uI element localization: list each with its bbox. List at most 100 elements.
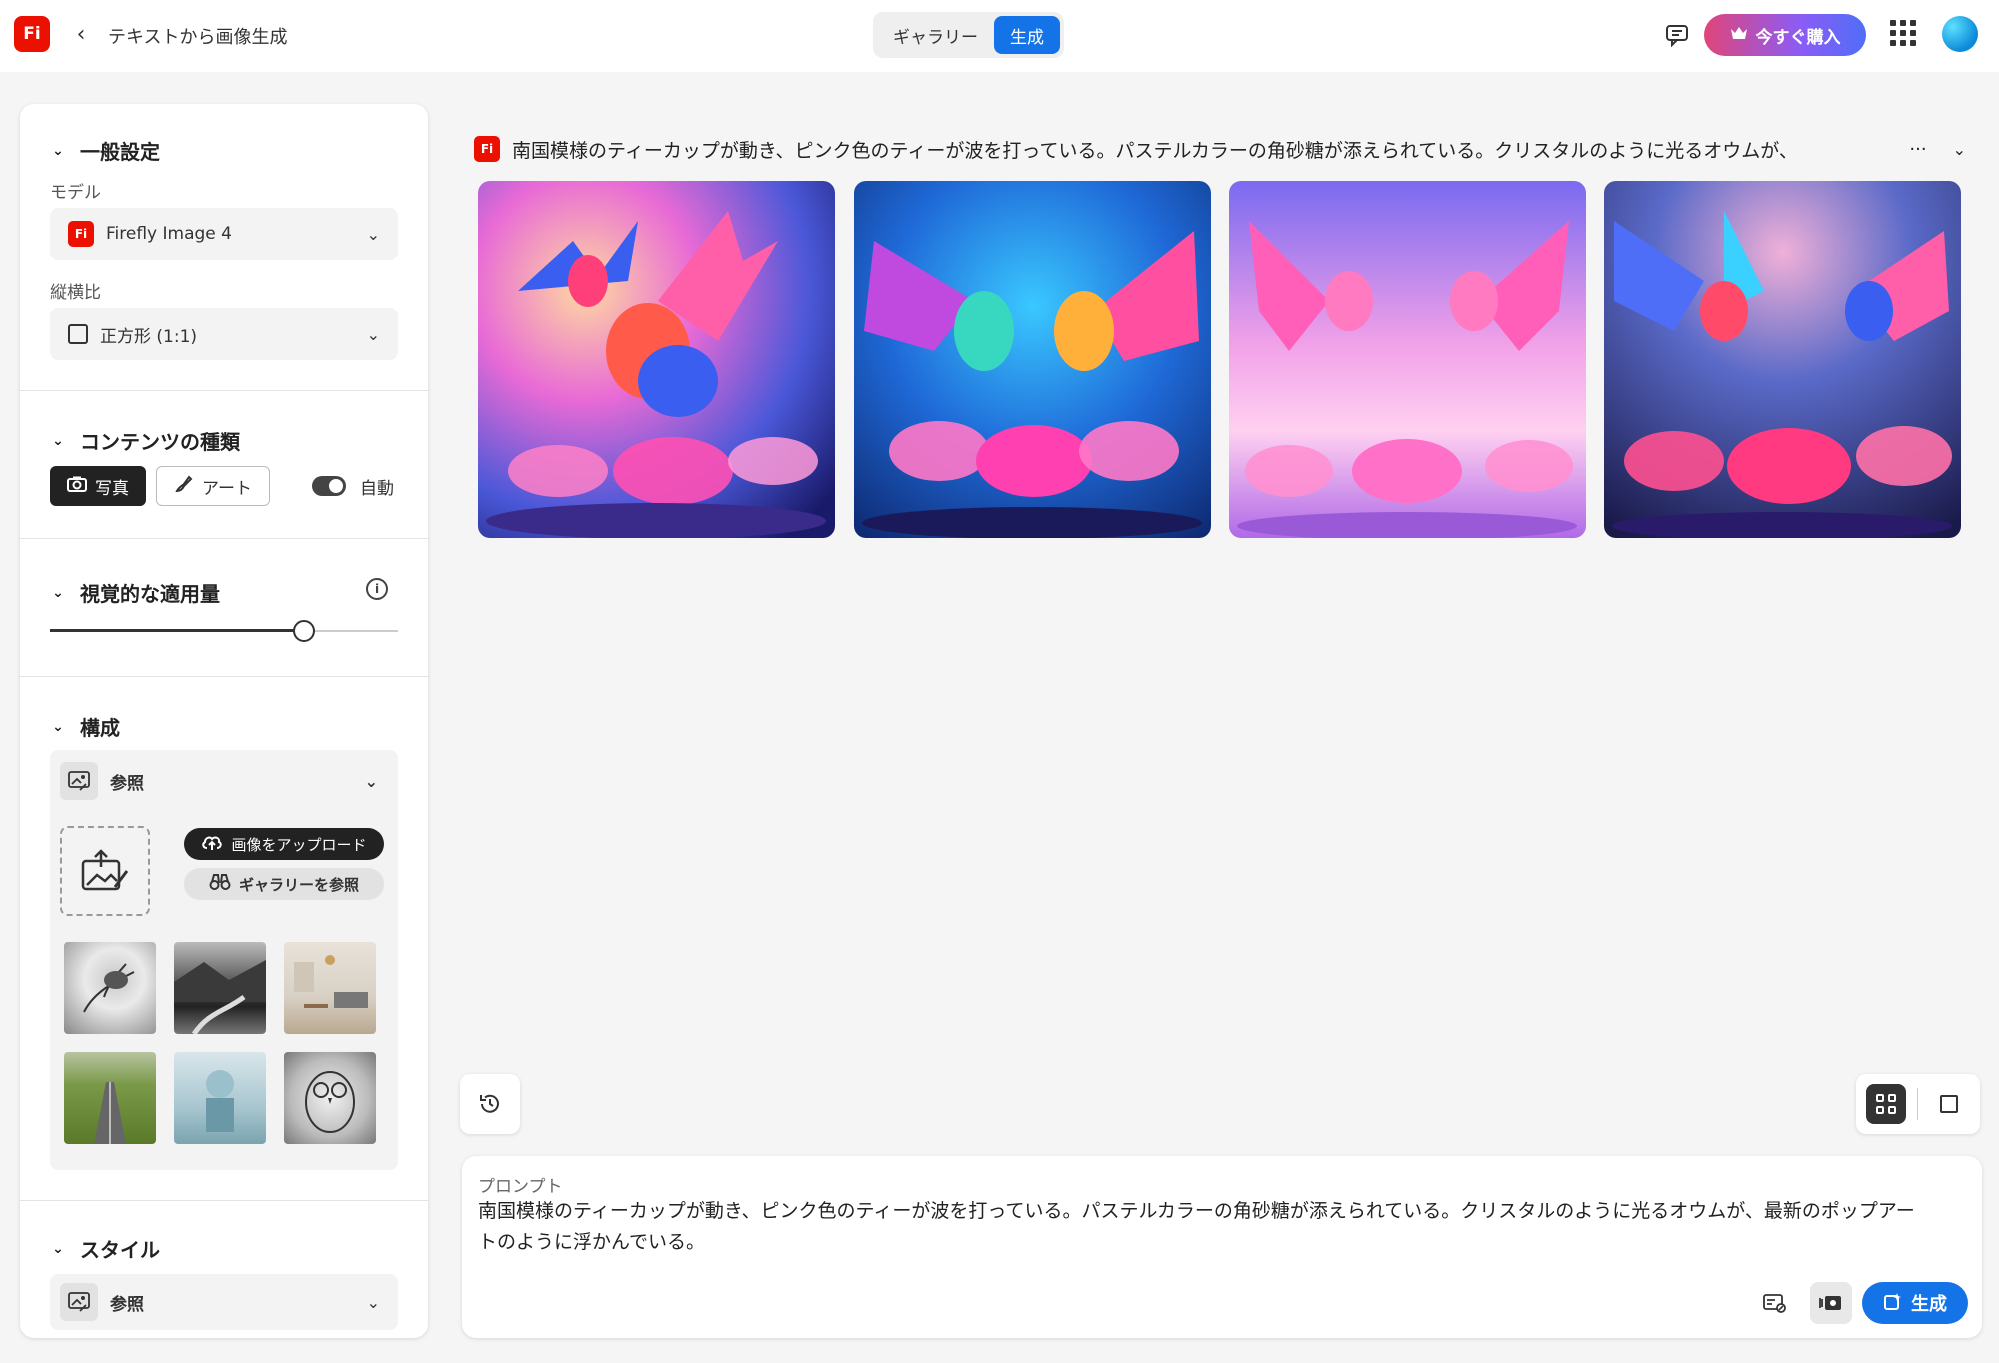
more-options-icon[interactable]: ··· — [1909, 139, 1926, 160]
tab-generate[interactable]: 生成 — [994, 16, 1060, 54]
chevron-down-icon: ⌄ — [364, 771, 378, 791]
reference-thumbnail-living-room[interactable] — [284, 942, 376, 1034]
divider — [20, 390, 428, 391]
info-icon[interactable]: i — [366, 578, 388, 600]
generate-icon — [1883, 1291, 1903, 1316]
aspect-ratio-value: 正方形 (1:1) — [100, 326, 198, 347]
section-style[interactable]: ⌄ スタイル — [50, 1234, 160, 1263]
view-toggle — [1856, 1074, 1980, 1134]
chevron-down-icon: ⌄ — [52, 584, 64, 601]
section-composition[interactable]: ⌄ 構成 — [50, 712, 120, 741]
back-button[interactable]: ‹ — [68, 20, 94, 50]
prompt-panel: プロンプト 南国模様のティーカップが動き、ピンク色のティーが波を打っている。パス… — [462, 1156, 1982, 1338]
brush-icon — [174, 474, 194, 499]
divider — [20, 1200, 428, 1201]
divider — [1917, 1088, 1918, 1120]
result-image-3[interactable] — [1229, 181, 1586, 538]
style-reference-select[interactable]: 参照 ⌄ — [50, 1274, 398, 1330]
upload-image-button[interactable]: 画像をアップロード — [184, 828, 384, 860]
auto-toggle[interactable] — [312, 476, 346, 496]
divider — [20, 676, 428, 677]
generate-button[interactable]: 生成 — [1862, 1282, 1968, 1324]
model-label: モデル — [50, 183, 101, 203]
chevron-down-icon: ⌄ — [52, 718, 64, 735]
result-prompt-header: Fi 南国模様のティーカップが動き、ピンク色のティーが波を打っている。パステルカ… — [474, 134, 1966, 164]
section-content-type[interactable]: ⌄ コンテンツの種類 — [50, 426, 240, 455]
reference-label: 参照 — [110, 773, 144, 794]
reference-thumbnail-road-field[interactable] — [64, 1052, 156, 1144]
prompt-input[interactable]: 南国模様のティーカップが動き、ピンク色のティーが波を打っている。パステルカラーの… — [478, 1196, 1918, 1258]
top-bar: Fi ‹ テキストから画像生成 ギャラリー 生成 今すぐ購入 — [0, 0, 1999, 72]
feedback-icon[interactable] — [1664, 22, 1690, 48]
aspect-ratio-label: 縦横比 — [50, 283, 101, 303]
firefly-model-icon: Fi — [68, 221, 94, 247]
reference-thumbnail-bird-sketch[interactable] — [64, 942, 156, 1034]
section-general[interactable]: ⌄ 一般設定 — [50, 136, 160, 165]
reference-image-icon — [60, 762, 98, 800]
browse-gallery-button[interactable]: ギャラリーを参照 — [184, 868, 384, 900]
auto-label: 自動 — [360, 479, 394, 499]
user-avatar[interactable] — [1942, 16, 1978, 52]
composition-reference-box: 参照 ⌄ 画像をアップロード ギャラリーを参照 — [50, 750, 398, 1170]
grid-view-icon[interactable] — [1866, 1084, 1906, 1124]
buy-now-label: 今すぐ購入 — [1755, 27, 1841, 48]
tab-gallery[interactable]: ギャラリー — [877, 16, 994, 54]
section-title: スタイル — [80, 1238, 160, 1262]
composition-reference-select[interactable]: 参照 ⌄ — [60, 760, 388, 802]
art-button[interactable]: アート — [156, 466, 270, 506]
camera-icon — [67, 476, 87, 497]
page-title: テキストから画像生成 — [108, 27, 288, 48]
firefly-icon: Fi — [474, 136, 500, 162]
photo-button[interactable]: 写真 — [50, 466, 146, 506]
browse-gallery-label: ギャラリーを参照 — [238, 875, 359, 894]
prompt-settings-icon[interactable] — [1758, 1286, 1792, 1320]
section-title: コンテンツの種類 — [80, 430, 240, 454]
section-title: 構成 — [80, 716, 120, 740]
section-title: 視覚的な適用量 — [80, 582, 220, 606]
prompt-label: プロンプト — [478, 1177, 563, 1197]
result-image-2[interactable] — [854, 181, 1211, 538]
upload-image-icon — [81, 849, 129, 891]
model-value: Firefly Image 4 — [106, 224, 232, 244]
divider — [20, 538, 428, 539]
chevron-down-icon: ⌄ — [52, 432, 64, 449]
crown-icon — [1730, 25, 1748, 45]
reference-image-icon — [60, 1283, 98, 1321]
section-title: 一般設定 — [80, 140, 160, 164]
cloud-upload-icon — [201, 833, 223, 855]
firefly-logo[interactable]: Fi — [14, 16, 50, 52]
binoculars-icon — [209, 873, 231, 895]
result-prompt-text: 南国模様のティーカップが動き、ピンク色のティーが波を打っている。パステルカラーの… — [512, 139, 1798, 162]
result-image-1[interactable] — [478, 181, 835, 538]
apps-grid-icon[interactable] — [1890, 20, 1916, 46]
reference-thumbnail-mountain-river[interactable] — [174, 942, 266, 1036]
result-image-4[interactable] — [1604, 181, 1961, 538]
single-view-icon[interactable] — [1940, 1095, 1958, 1113]
upload-dropzone[interactable] — [60, 826, 150, 916]
chevron-down-icon: ⌄ — [52, 142, 64, 159]
chevron-down-icon[interactable]: ⌄ — [1953, 140, 1966, 159]
mode-switcher: ギャラリー 生成 — [873, 12, 1064, 58]
art-label: アート — [202, 478, 252, 499]
history-button[interactable] — [460, 1074, 520, 1134]
history-icon — [480, 1094, 499, 1113]
reference-thumbnail-sphere-sculpture[interactable] — [174, 1052, 266, 1144]
upload-image-label: 画像をアップロード — [231, 835, 367, 854]
aspect-ratio-select[interactable]: 正方形 (1:1) ⌄ — [50, 308, 398, 360]
generate-label: 生成 — [1911, 1294, 1947, 1315]
style-reference-label: 参照 — [110, 1294, 144, 1315]
intensity-slider-thumb[interactable] — [293, 620, 316, 642]
intensity-slider-fill — [50, 629, 305, 632]
model-select[interactable]: Fi Firefly Image 4 ⌄ — [50, 208, 398, 260]
chevron-down-icon: ⌄ — [366, 324, 380, 344]
photo-label: 写真 — [95, 478, 129, 499]
chevron-down-icon: ⌄ — [366, 224, 380, 244]
settings-panel: ⌄ 一般設定 モデル Fi Firefly Image 4 ⌄ 縦横比 正方形 … — [20, 104, 428, 1338]
image-reference-toggle-icon[interactable] — [1810, 1282, 1852, 1324]
square-ratio-icon — [68, 324, 88, 344]
chevron-down-icon: ⌄ — [366, 1292, 380, 1312]
chevron-down-icon: ⌄ — [52, 1240, 64, 1257]
section-visual-intensity[interactable]: ⌄ 視覚的な適用量 — [50, 578, 220, 607]
reference-thumbnail-owl-sketch[interactable] — [284, 1052, 376, 1144]
buy-now-button[interactable]: 今すぐ購入 — [1704, 14, 1866, 56]
